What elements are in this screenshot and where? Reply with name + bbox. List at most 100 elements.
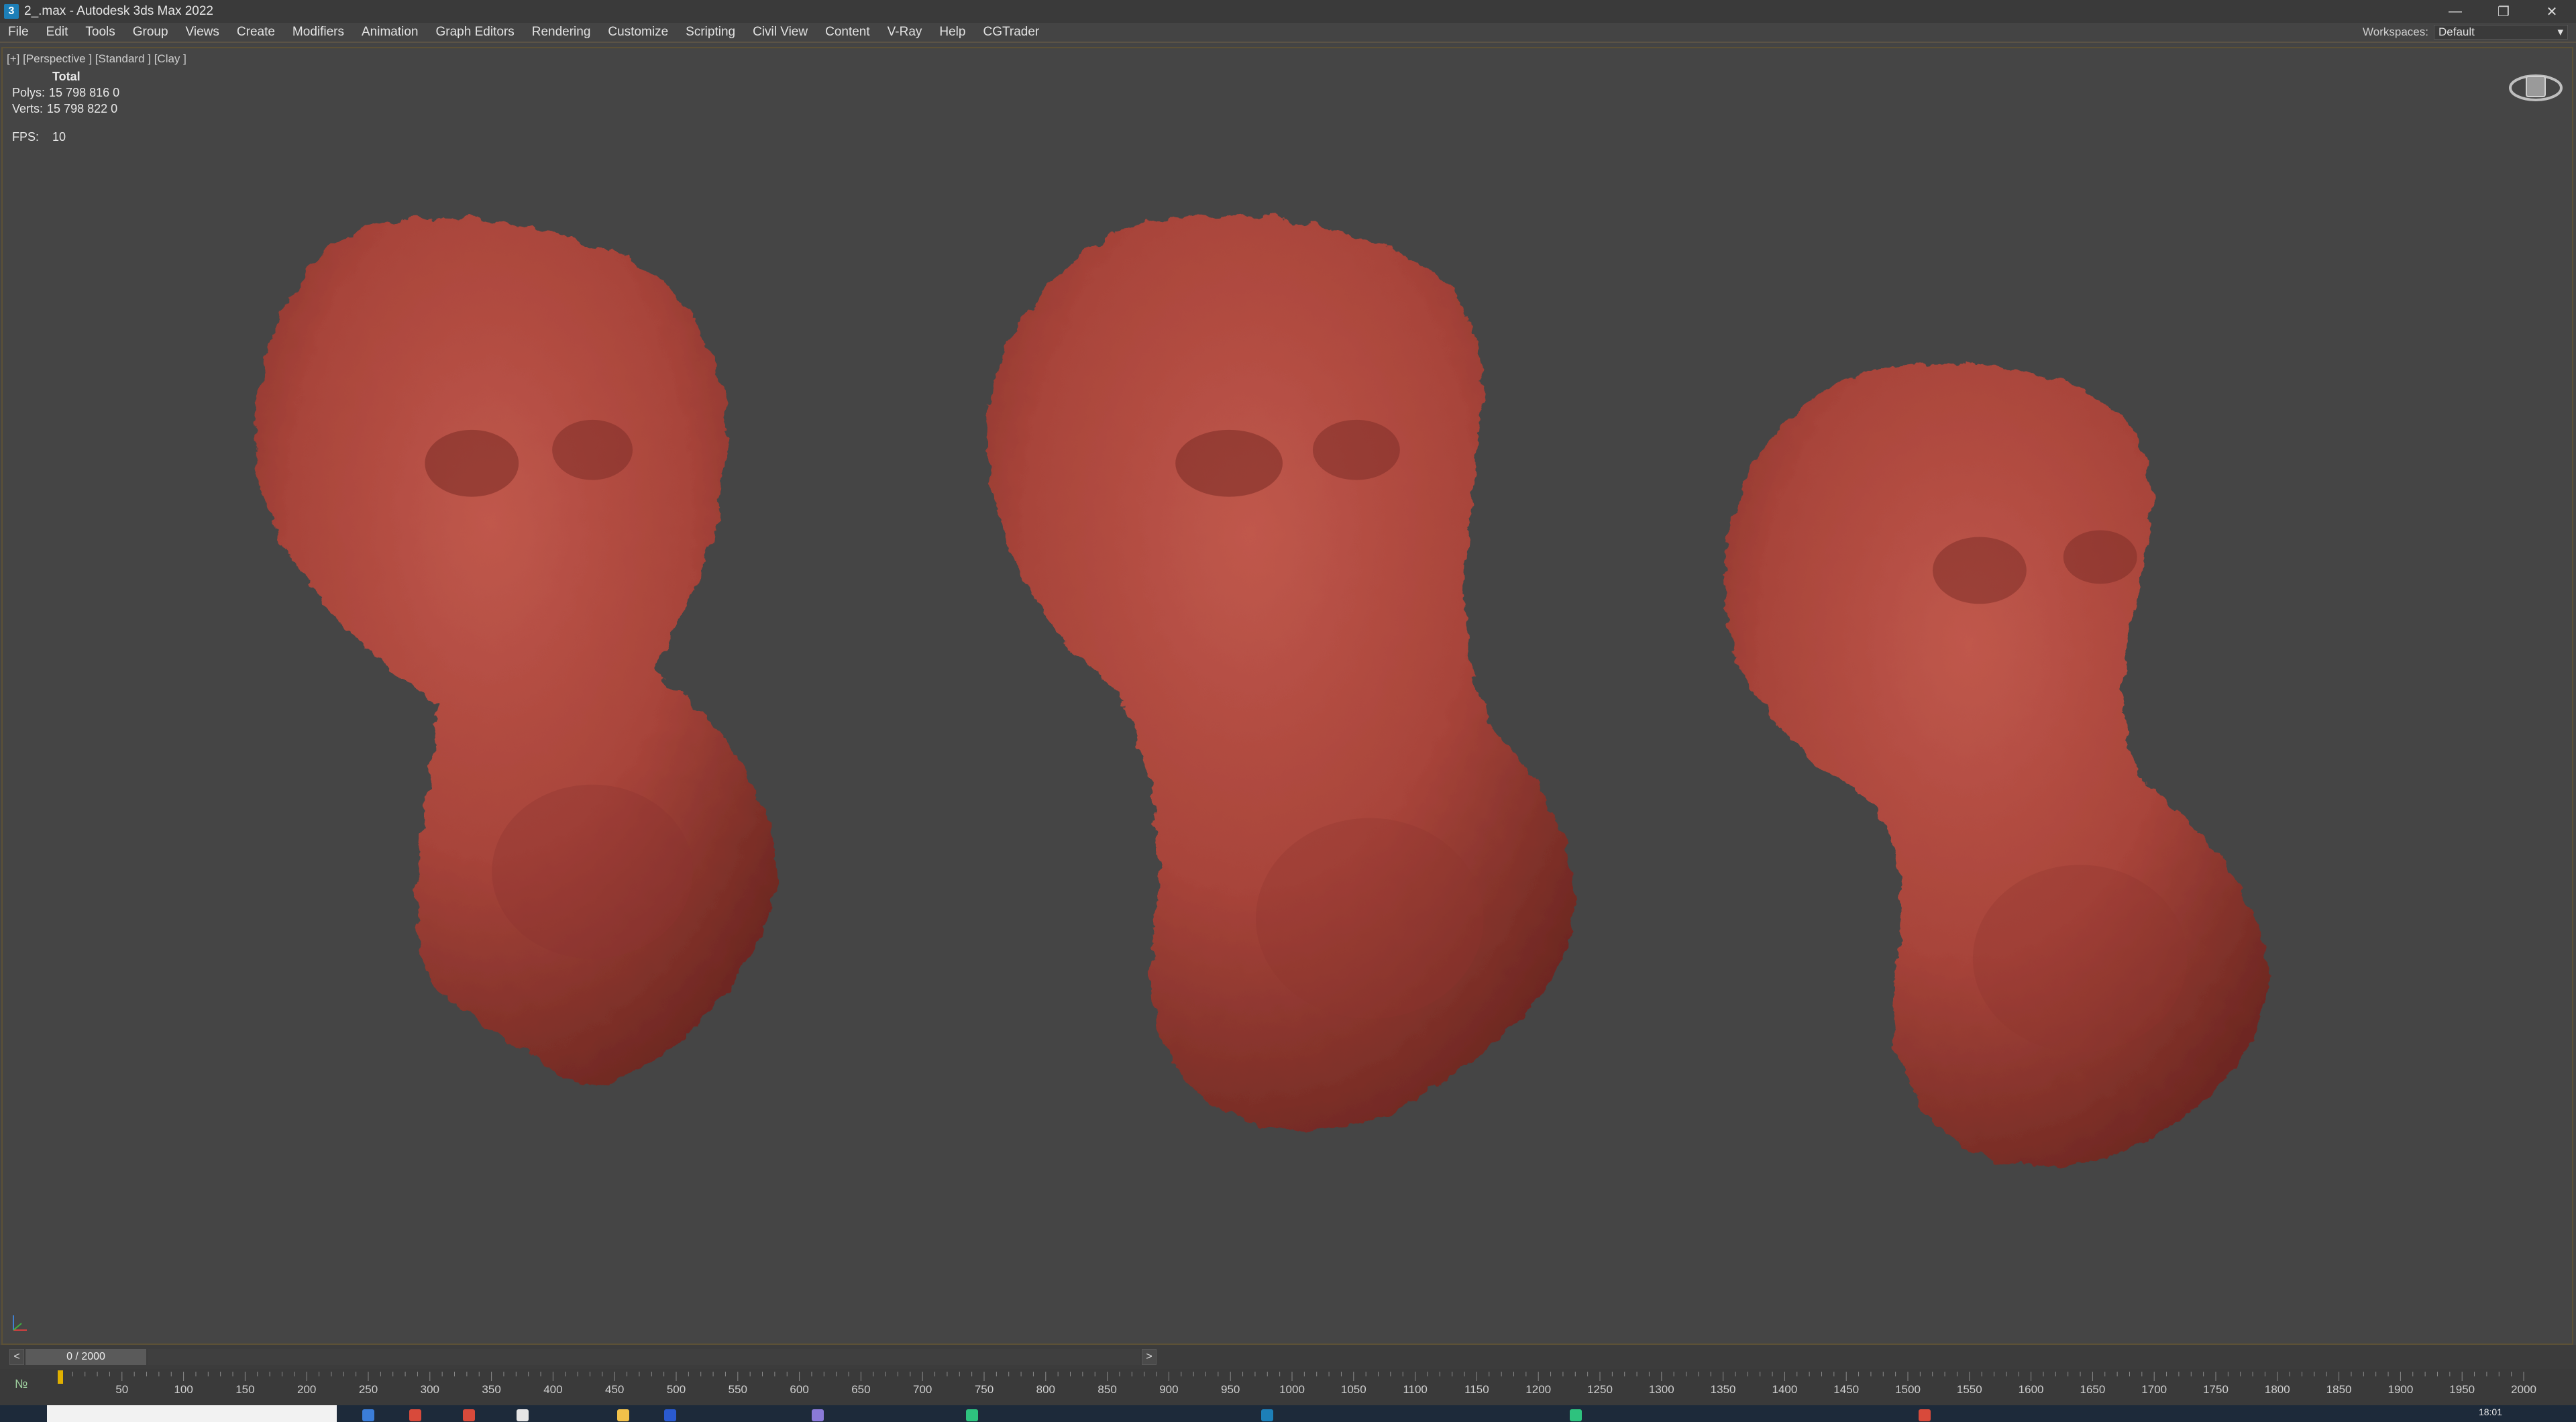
taskbar-search-input[interactable] bbox=[47, 1405, 337, 1422]
menu-views[interactable]: Views bbox=[177, 25, 228, 40]
next-frame-button[interactable]: > bbox=[1142, 1349, 1157, 1365]
taskbar-app-icon[interactable] bbox=[1261, 1409, 1273, 1421]
verts-value: 15 798 822 0 bbox=[47, 102, 118, 115]
ruler-tick-label: 700 bbox=[913, 1383, 932, 1396]
ruler-tick-label: 1550 bbox=[1957, 1383, 1982, 1396]
stats-total-header: Total bbox=[52, 70, 80, 83]
workspaces-label: Workspaces: bbox=[2363, 25, 2428, 38]
track-bar-ruler: 50 100 150 200 250 300 350 400 450 500 550 600 650 70… bbox=[58, 1370, 2536, 1396]
ruler-tick-label: 1750 bbox=[2203, 1383, 2229, 1396]
app-window: 3 2_.max - Autodesk 3ds Max 2022 — ❐ ✕ F… bbox=[0, 0, 2576, 1422]
menu-animation[interactable]: Animation bbox=[353, 25, 427, 40]
fps-value: 10 bbox=[52, 130, 66, 144]
menu-create[interactable]: Create bbox=[228, 25, 284, 40]
workspace-value: Default bbox=[2438, 25, 2475, 38]
chevron-down-icon: ▾ bbox=[2557, 25, 2563, 38]
ruler-tick-label: 550 bbox=[729, 1383, 747, 1396]
ruler-tick-label: 1600 bbox=[2019, 1383, 2044, 1396]
menu-group[interactable]: Group bbox=[124, 25, 177, 40]
close-icon[interactable]: ✕ bbox=[2528, 0, 2576, 23]
prev-frame-button[interactable]: < bbox=[9, 1349, 24, 1365]
3dsmax-app-icon[interactable]: 3 bbox=[4, 4, 19, 19]
rock-mesh-3[interactable] bbox=[1724, 363, 2268, 1168]
time-slider-thumb[interactable]: 0 / 2000 bbox=[25, 1349, 146, 1365]
ruler-tick-label: 800 bbox=[1036, 1383, 1055, 1396]
ruler-tick-label: 1000 bbox=[1279, 1383, 1305, 1396]
taskbar-app-icon[interactable] bbox=[664, 1409, 676, 1421]
window-title: 2_.max - Autodesk 3ds Max 2022 bbox=[24, 4, 213, 18]
taskbar-app-icon[interactable] bbox=[463, 1409, 475, 1421]
menu-scripting[interactable]: Scripting bbox=[677, 25, 744, 40]
menu-civil-view[interactable]: Civil View bbox=[744, 25, 816, 40]
ruler-tick-label: 1850 bbox=[2326, 1383, 2352, 1396]
ruler-tick-label: 1800 bbox=[2265, 1383, 2290, 1396]
ruler-tick-label: 300 bbox=[421, 1383, 439, 1396]
workspace-dropdown[interactable]: Default ▾ bbox=[2434, 25, 2568, 40]
taskbar-clock: 18:01 bbox=[2478, 1407, 2502, 1417]
ruler-tick-label: 750 bbox=[975, 1383, 994, 1396]
ruler-tick-label: 1450 bbox=[1833, 1383, 1859, 1396]
ruler-tick-label: 1100 bbox=[1403, 1383, 1428, 1396]
ruler-tick-label: 1150 bbox=[1464, 1383, 1489, 1396]
window-controls: — ❐ ✕ bbox=[2431, 0, 2576, 23]
rock-mesh-2[interactable] bbox=[985, 215, 1574, 1130]
menu-cgtrader[interactable]: CGTrader bbox=[974, 25, 1048, 40]
polys-value: 15 798 816 0 bbox=[49, 86, 120, 99]
menu-file[interactable]: File bbox=[0, 25, 38, 40]
menu-content[interactable]: Content bbox=[816, 25, 879, 40]
taskbar-app-icon[interactable] bbox=[517, 1409, 529, 1421]
polys-label: Polys: bbox=[12, 86, 46, 99]
ruler-tick-label: 850 bbox=[1097, 1383, 1116, 1396]
ruler-tick-label: 400 bbox=[543, 1383, 562, 1396]
ruler-tick-label: 1200 bbox=[1525, 1383, 1551, 1396]
ruler-tick-label: 50 bbox=[115, 1383, 128, 1396]
workspace-switcher: Workspaces: Default ▾ bbox=[2363, 23, 2568, 42]
menu-rendering[interactable]: Rendering bbox=[523, 25, 600, 40]
time-slider: < 0 / 2000 > bbox=[0, 1345, 2576, 1369]
axis-tripod-icon bbox=[13, 1315, 27, 1331]
minimize-icon[interactable]: — bbox=[2431, 0, 2479, 23]
perspective-viewport[interactable]: [+] [Perspective ] [Standard ] [Clay ] T… bbox=[1, 47, 2573, 1345]
ruler-tick-label: 1500 bbox=[1895, 1383, 1921, 1396]
taskbar-app-icon[interactable] bbox=[1570, 1409, 1582, 1421]
curve-editor-icon[interactable]: № bbox=[15, 1377, 28, 1391]
ruler-tick-label: 1300 bbox=[1649, 1383, 1674, 1396]
menu-edit[interactable]: Edit bbox=[38, 25, 77, 40]
ruler-tick-label: 1400 bbox=[1772, 1383, 1797, 1396]
taskbar-app-icon[interactable] bbox=[409, 1409, 421, 1421]
ruler-tick-label: 200 bbox=[297, 1383, 316, 1396]
taskbar-app-icon[interactable] bbox=[362, 1409, 374, 1421]
verts-label: Verts: bbox=[12, 102, 44, 115]
track-bar[interactable]: 50 100 150 200 250 300 350 400 450 500 550 600 650 70… bbox=[0, 1369, 2576, 1405]
ruler-tick-label: 900 bbox=[1159, 1383, 1178, 1396]
ruler-tick-label: 1050 bbox=[1341, 1383, 1366, 1396]
ruler-tick-label: 650 bbox=[851, 1383, 870, 1396]
restore-icon[interactable]: ❐ bbox=[2479, 0, 2528, 23]
current-frame-marker[interactable] bbox=[58, 1370, 63, 1384]
time-slider-track[interactable] bbox=[148, 1349, 1140, 1365]
ruler-tick-label: 250 bbox=[359, 1383, 378, 1396]
taskbar-app-icon[interactable] bbox=[617, 1409, 629, 1421]
menu-help[interactable]: Help bbox=[930, 25, 974, 40]
menu-modifiers[interactable]: Modifiers bbox=[284, 25, 353, 40]
ruler-tick-label: 600 bbox=[790, 1383, 808, 1396]
ruler-tick-label: 100 bbox=[174, 1383, 193, 1396]
menu-customize[interactable]: Customize bbox=[599, 25, 677, 40]
ruler-tick-label: 1700 bbox=[2141, 1383, 2167, 1396]
ruler-tick-label: 150 bbox=[235, 1383, 254, 1396]
viewport-label-menu[interactable]: [+] [Perspective ] [Standard ] [Clay ] bbox=[7, 52, 186, 66]
menu-tools[interactable]: Tools bbox=[76, 25, 123, 40]
taskbar-app-icon[interactable] bbox=[812, 1409, 824, 1421]
viewcube-icon[interactable] bbox=[2508, 64, 2564, 111]
ruler-tick-label: 1950 bbox=[2449, 1383, 2475, 1396]
menu-graph-editors[interactable]: Graph Editors bbox=[427, 25, 523, 40]
rock-mesh-1[interactable] bbox=[255, 217, 777, 1085]
taskbar-app-icon[interactable] bbox=[966, 1409, 978, 1421]
ruler-tick-label: 1650 bbox=[2080, 1383, 2105, 1396]
taskbar-app-icon[interactable] bbox=[1919, 1409, 1931, 1421]
title-bar: 3 2_.max - Autodesk 3ds Max 2022 — ❐ ✕ bbox=[0, 0, 2576, 23]
ruler-tick-label: 950 bbox=[1221, 1383, 1240, 1396]
windows-taskbar: 18:01 bbox=[0, 1405, 2576, 1422]
ruler-tick-label: 1350 bbox=[1711, 1383, 1736, 1396]
menu-vray[interactable]: V-Ray bbox=[879, 25, 931, 40]
